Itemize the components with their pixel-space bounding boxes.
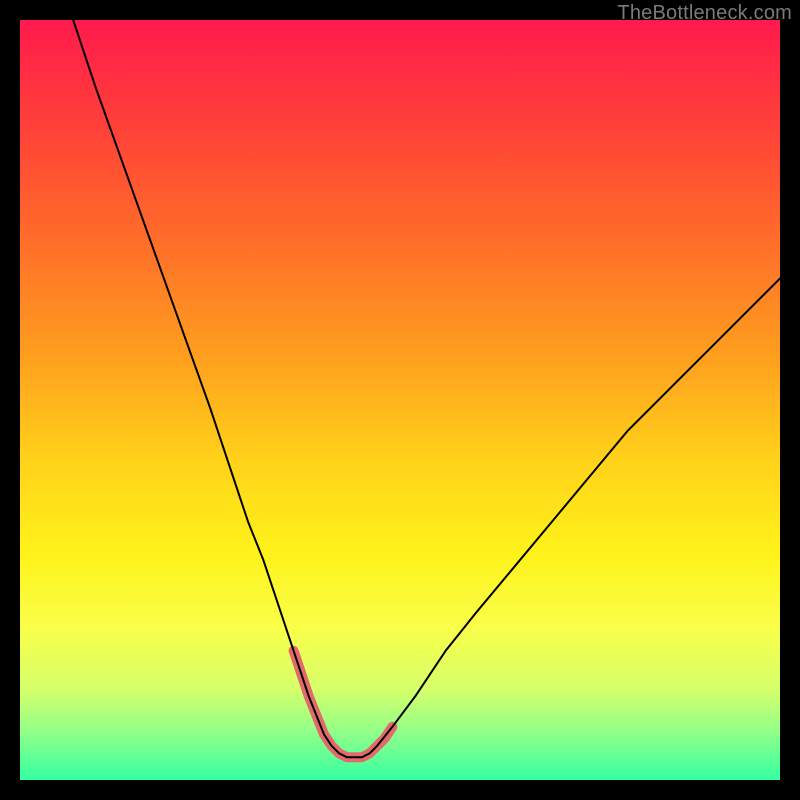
optimal-zone-highlight: [294, 651, 393, 757]
plot-area: [20, 20, 780, 780]
chart-svg: [20, 20, 780, 780]
bottleneck-curve: [73, 20, 780, 757]
chart-frame: TheBottleneck.com: [0, 0, 800, 800]
